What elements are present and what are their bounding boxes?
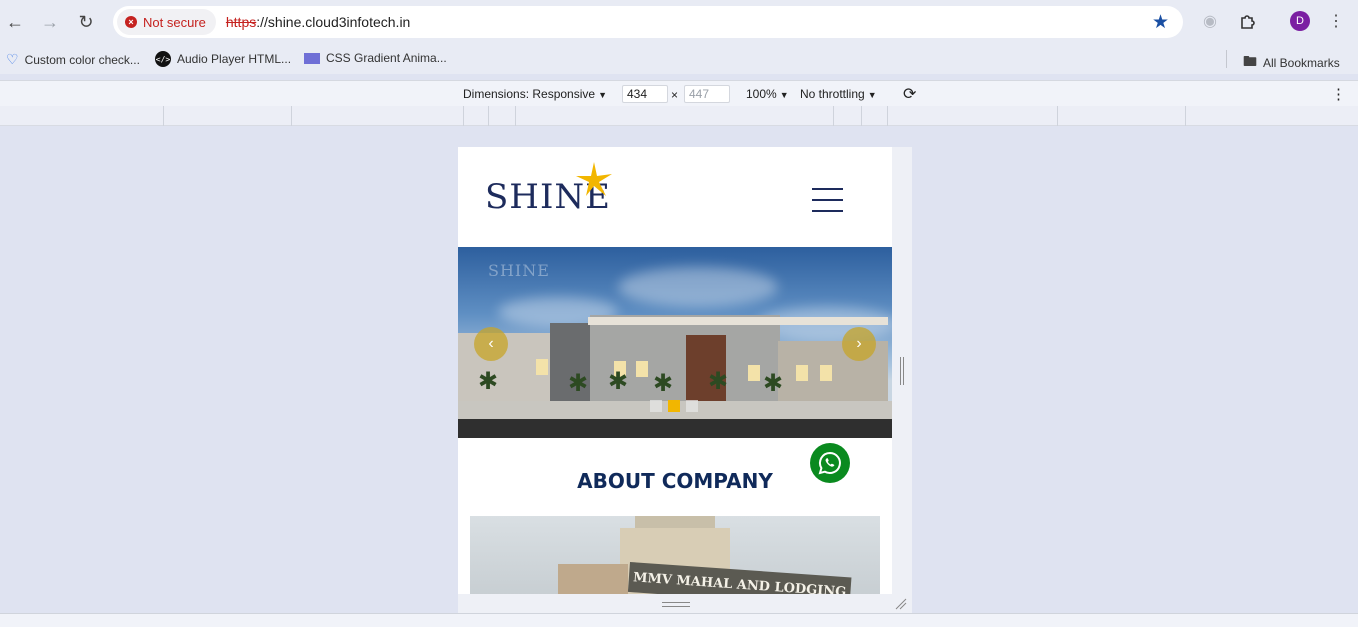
media-query-ruler[interactable] bbox=[0, 106, 1358, 126]
slider-dot-active[interactable] bbox=[668, 400, 680, 412]
url-text[interactable]: https://shine.cloud3infotech.in bbox=[226, 14, 410, 30]
bookmarks-bar: ♡ Custom color check... </> Audio Player… bbox=[0, 44, 1358, 74]
gradient-icon bbox=[304, 52, 320, 64]
throttling-label: No throttling bbox=[800, 87, 865, 101]
hero-slider[interactable]: SHINE ✱ ✱ ✱ ✱ ✱ ✱ ‹ › bbox=[458, 247, 892, 438]
road bbox=[458, 419, 892, 438]
rotate-icon[interactable]: ⟳ bbox=[903, 84, 916, 104]
bookmark-item[interactable]: CSS Gradient Anima... bbox=[304, 51, 447, 65]
times-symbol: × bbox=[671, 88, 679, 102]
hamburger-menu-icon[interactable] bbox=[812, 188, 843, 213]
star-icon[interactable]: ★ bbox=[1152, 11, 1169, 34]
back-icon[interactable]: ← bbox=[0, 4, 33, 40]
throttling-dropdown[interactable]: No throttling ▼ bbox=[800, 87, 877, 101]
code-icon: </> bbox=[155, 51, 171, 67]
all-bookmarks-label: All Bookmarks bbox=[1263, 56, 1340, 70]
site-header: SHINE bbox=[458, 147, 892, 247]
extension-icon[interactable]: ◉ bbox=[1195, 6, 1225, 36]
bookmark-label: Custom color check... bbox=[24, 52, 140, 67]
slider-dot[interactable] bbox=[650, 400, 662, 412]
puzzle-icon[interactable] bbox=[1232, 6, 1262, 36]
kebab-icon[interactable]: ⋮ bbox=[1321, 6, 1351, 36]
emulated-viewport: SHINE SHINE ✱ ✱ ✱ ✱ ✱ ✱ ‹ › ABOUT COMPAN… bbox=[458, 147, 892, 594]
slider-dot[interactable] bbox=[686, 400, 698, 412]
caret-down-icon: ▼ bbox=[779, 90, 789, 100]
zoom-label: 100% bbox=[746, 87, 777, 101]
profile-avatar[interactable]: D bbox=[1285, 6, 1315, 36]
url-host: ://shine.cloud3infotech.in bbox=[256, 14, 411, 30]
folder-icon: 🖿 bbox=[1243, 53, 1257, 69]
dimensions-label: Dimensions: Responsive bbox=[463, 87, 596, 101]
dimensions-dropdown[interactable]: Dimensions: Responsive ▼ bbox=[463, 87, 607, 101]
zoom-dropdown[interactable]: 100% ▼ bbox=[746, 87, 789, 101]
chevron-left-icon[interactable]: ‹ bbox=[474, 327, 508, 361]
bookmark-label: Audio Player HTML... bbox=[177, 52, 292, 66]
building bbox=[558, 564, 628, 594]
star-icon bbox=[576, 162, 612, 196]
security-label: Not secure bbox=[143, 14, 206, 30]
resize-corner-icon[interactable] bbox=[895, 598, 907, 610]
hero-watermark: SHINE bbox=[488, 261, 550, 280]
warning-icon: × bbox=[125, 16, 137, 28]
forward-icon[interactable]: → bbox=[32, 4, 68, 40]
roof-band bbox=[588, 317, 888, 325]
bookmark-item[interactable]: </> Audio Player HTML... bbox=[155, 51, 291, 67]
about-image: MMV MAHAL AND LODGING bbox=[470, 516, 880, 594]
all-bookmarks-button[interactable]: 🖿 All Bookmarks bbox=[1243, 51, 1340, 75]
avatar: D bbox=[1290, 11, 1310, 31]
security-chip[interactable]: × Not secure bbox=[117, 9, 216, 35]
device-toolbar: Dimensions: Responsive ▼ 434 × 447 100% ▼ … bbox=[0, 80, 1358, 106]
browser-toolbar: ← → ↻ × Not secure https://shine.cloud3i… bbox=[0, 0, 1358, 44]
resize-handle-right[interactable] bbox=[900, 357, 904, 385]
height-input[interactable]: 447 bbox=[684, 85, 730, 103]
kebab-icon[interactable]: ⋮ bbox=[1331, 85, 1346, 103]
bookmark-label: CSS Gradient Anima... bbox=[326, 51, 447, 65]
slider-dots bbox=[650, 400, 698, 412]
about-title: ABOUT COMPANY bbox=[577, 469, 773, 493]
caret-down-icon: ▼ bbox=[867, 90, 877, 100]
building-sign: MMV MAHAL AND LODGING bbox=[627, 562, 852, 594]
url-scheme: https bbox=[225, 14, 257, 30]
address-bar[interactable]: × Not secure https://shine.cloud3infotec… bbox=[113, 6, 1183, 38]
resize-handle-bottom[interactable] bbox=[662, 602, 690, 607]
width-input[interactable]: 434 bbox=[622, 85, 668, 103]
devtools-panel-edge bbox=[0, 613, 1358, 627]
heart-icon: ♡ bbox=[6, 51, 19, 67]
bookmark-item[interactable]: ♡ Custom color check... bbox=[6, 51, 140, 68]
chevron-right-icon[interactable]: › bbox=[842, 327, 876, 361]
reload-icon[interactable]: ↻ bbox=[68, 4, 104, 40]
bookmarks-divider bbox=[1226, 50, 1227, 68]
caret-down-icon: ▼ bbox=[598, 90, 607, 100]
